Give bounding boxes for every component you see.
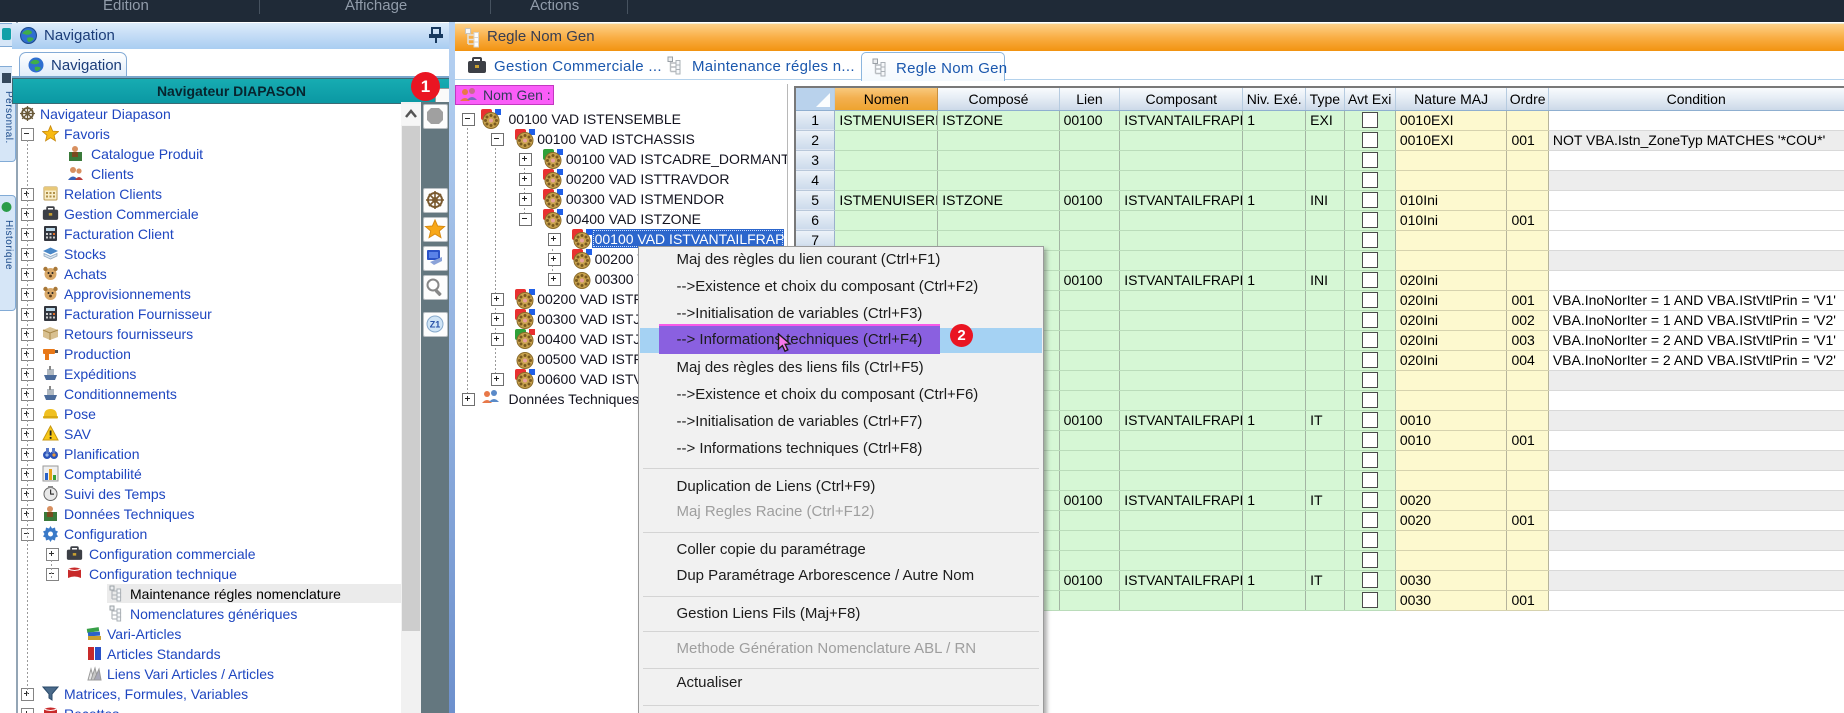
svg-text:Z1: Z1 [430, 320, 441, 330]
